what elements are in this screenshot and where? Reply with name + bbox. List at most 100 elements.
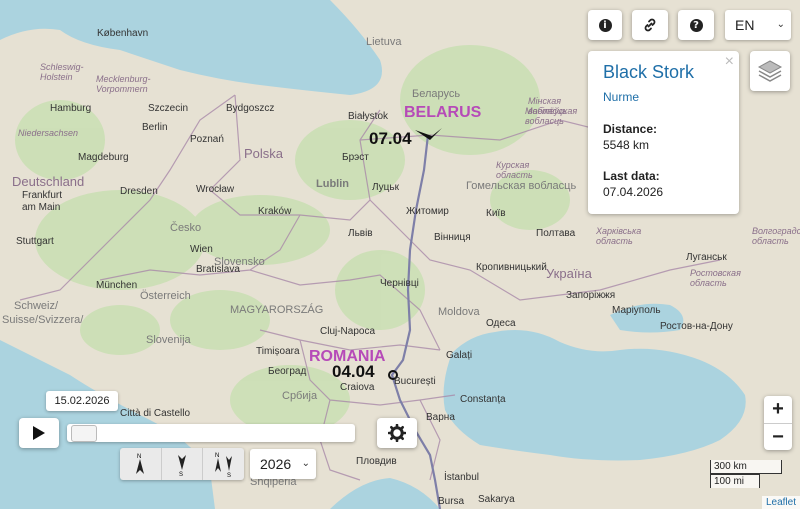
- city-label: Житомир: [406, 206, 449, 217]
- city-label: Galați: [446, 350, 473, 361]
- city-label: Луганськ: [686, 252, 727, 263]
- gear-icon: [388, 424, 406, 442]
- region-label: Schleswig- Holstein: [40, 62, 84, 82]
- region-label: Mecklenburg- Vorpommern: [96, 74, 151, 94]
- attribution-link[interactable]: Leaflet: [761, 496, 800, 509]
- bird-info-panel: Black Stork Nurme × Distance: 5548 km La…: [588, 51, 739, 214]
- country-label: Deutschland: [12, 174, 85, 189]
- language-value: EN: [735, 17, 755, 33]
- city-label: Timișoara: [256, 346, 300, 357]
- scale-mi: 100 mi: [710, 474, 760, 488]
- city-label: Брэст: [342, 152, 369, 163]
- track-date-label[interactable]: 04.04: [332, 362, 375, 382]
- country-label: Lietuva: [366, 36, 402, 48]
- city-label: İstanbul: [444, 472, 480, 483]
- city-label: București: [394, 376, 436, 387]
- direction-north-button[interactable]: N: [120, 448, 162, 480]
- help-button[interactable]: ?: [678, 10, 714, 40]
- country-label: Suisse/Svizzera/: [2, 314, 84, 326]
- settings-button[interactable]: [377, 418, 417, 448]
- map-scale: 300 km 100 mi: [710, 460, 782, 488]
- city-label: Szczecin: [148, 103, 189, 114]
- country-label: Polska: [244, 146, 284, 161]
- country-label: MAGYARORSZÁG: [230, 304, 324, 316]
- svg-text:S: S: [227, 473, 231, 477]
- direction-south-button[interactable]: S: [162, 448, 204, 480]
- last-data-value: 07.04.2026: [603, 185, 664, 199]
- bird-species-title: Black Stork: [603, 62, 695, 82]
- region-label: Niedersachsen: [18, 128, 79, 138]
- region-label: Гомельская вобласць: [466, 180, 577, 192]
- city-label: Маріуполь: [612, 305, 661, 316]
- city-label: Poznań: [190, 134, 224, 145]
- track-date-label[interactable]: 07.04: [369, 129, 412, 149]
- last-data-label: Last data:: [603, 169, 660, 183]
- city-label: Magdeburg: [78, 152, 129, 163]
- city-label: Hamburg: [50, 103, 92, 114]
- chevron-down-icon: ⌄: [776, 19, 785, 30]
- country-label: Moldova: [438, 306, 480, 318]
- north-arrow-icon: N: [136, 454, 145, 474]
- city-label: Constanța: [460, 394, 506, 405]
- timeline-slider-handle[interactable]: [71, 425, 97, 442]
- chevron-down-icon: ⌄: [301, 458, 310, 469]
- info-button[interactable]: i: [588, 10, 622, 40]
- city-label: Београд: [268, 366, 307, 377]
- zoom-out-button[interactable]: −: [764, 424, 792, 451]
- direction-both-button[interactable]: N S: [203, 448, 244, 480]
- city-label: København: [97, 28, 149, 39]
- link-icon: [644, 18, 656, 32]
- close-icon[interactable]: ×: [725, 53, 734, 71]
- region-label: Харківська область: [596, 226, 642, 246]
- city-label: Ростов-на-Дону: [660, 321, 733, 332]
- city-label: Львів: [348, 228, 373, 239]
- city-label: Sakarya: [478, 494, 515, 505]
- svg-text:N: N: [137, 454, 141, 460]
- city-label: Stuttgart: [16, 236, 54, 247]
- south-arrow-icon: S: [178, 455, 186, 476]
- play-button[interactable]: [19, 418, 59, 448]
- city-label: Lublin: [316, 178, 349, 190]
- city-label: Craiova: [340, 382, 375, 393]
- city-label: Полтава: [536, 228, 576, 239]
- city-label: Bursa: [438, 496, 465, 507]
- timeline-slider[interactable]: [67, 424, 355, 442]
- region-label: Ростовская область: [690, 268, 741, 288]
- city-label: Запоріжжя: [566, 290, 616, 301]
- share-link-button[interactable]: [632, 10, 668, 40]
- city-label: Dresden: [120, 186, 158, 197]
- country-label: Schweiz/: [14, 300, 59, 312]
- city-label: Пловдив: [356, 456, 397, 467]
- city-label: Київ: [486, 208, 506, 219]
- city-label: Kraków: [258, 206, 292, 217]
- info-icon: i: [598, 18, 612, 32]
- city-label: Wien: [190, 244, 213, 255]
- country-label: Србија: [282, 390, 318, 402]
- country-label: Österreich: [140, 290, 191, 302]
- city-label: Луцьк: [372, 182, 399, 193]
- city-label: Città di Castello: [120, 408, 191, 419]
- svg-text:N: N: [215, 453, 219, 459]
- city-label: Кропивницький: [476, 262, 547, 273]
- layers-button[interactable]: [750, 51, 790, 91]
- city-label: Frankfurt: [22, 190, 63, 201]
- bird-name-link[interactable]: Nurme: [603, 90, 639, 104]
- country-label: Česko: [170, 222, 202, 234]
- country-label: Україна: [546, 266, 592, 281]
- city-label: Berlin: [142, 122, 168, 133]
- language-select[interactable]: EN ⌄: [725, 10, 791, 40]
- zoom-in-button[interactable]: +: [764, 396, 792, 424]
- year-value: 2026: [260, 456, 292, 472]
- city-label: Cluj-Napoca: [320, 326, 376, 337]
- region-label: Курская область: [496, 160, 533, 180]
- svg-text:S: S: [179, 472, 183, 476]
- help-icon: ?: [689, 18, 703, 32]
- country-label: Slovenija: [146, 334, 191, 346]
- city-label: Białystok: [348, 111, 389, 122]
- city-label: Варна: [426, 412, 455, 423]
- region-label: Магілёўская вобласць: [525, 106, 578, 126]
- year-select[interactable]: 2026 ⌄: [250, 449, 316, 479]
- scale-km: 300 km: [710, 460, 782, 474]
- city-label: München: [96, 280, 138, 291]
- migration-direction-toggle[interactable]: N S N S: [120, 448, 244, 480]
